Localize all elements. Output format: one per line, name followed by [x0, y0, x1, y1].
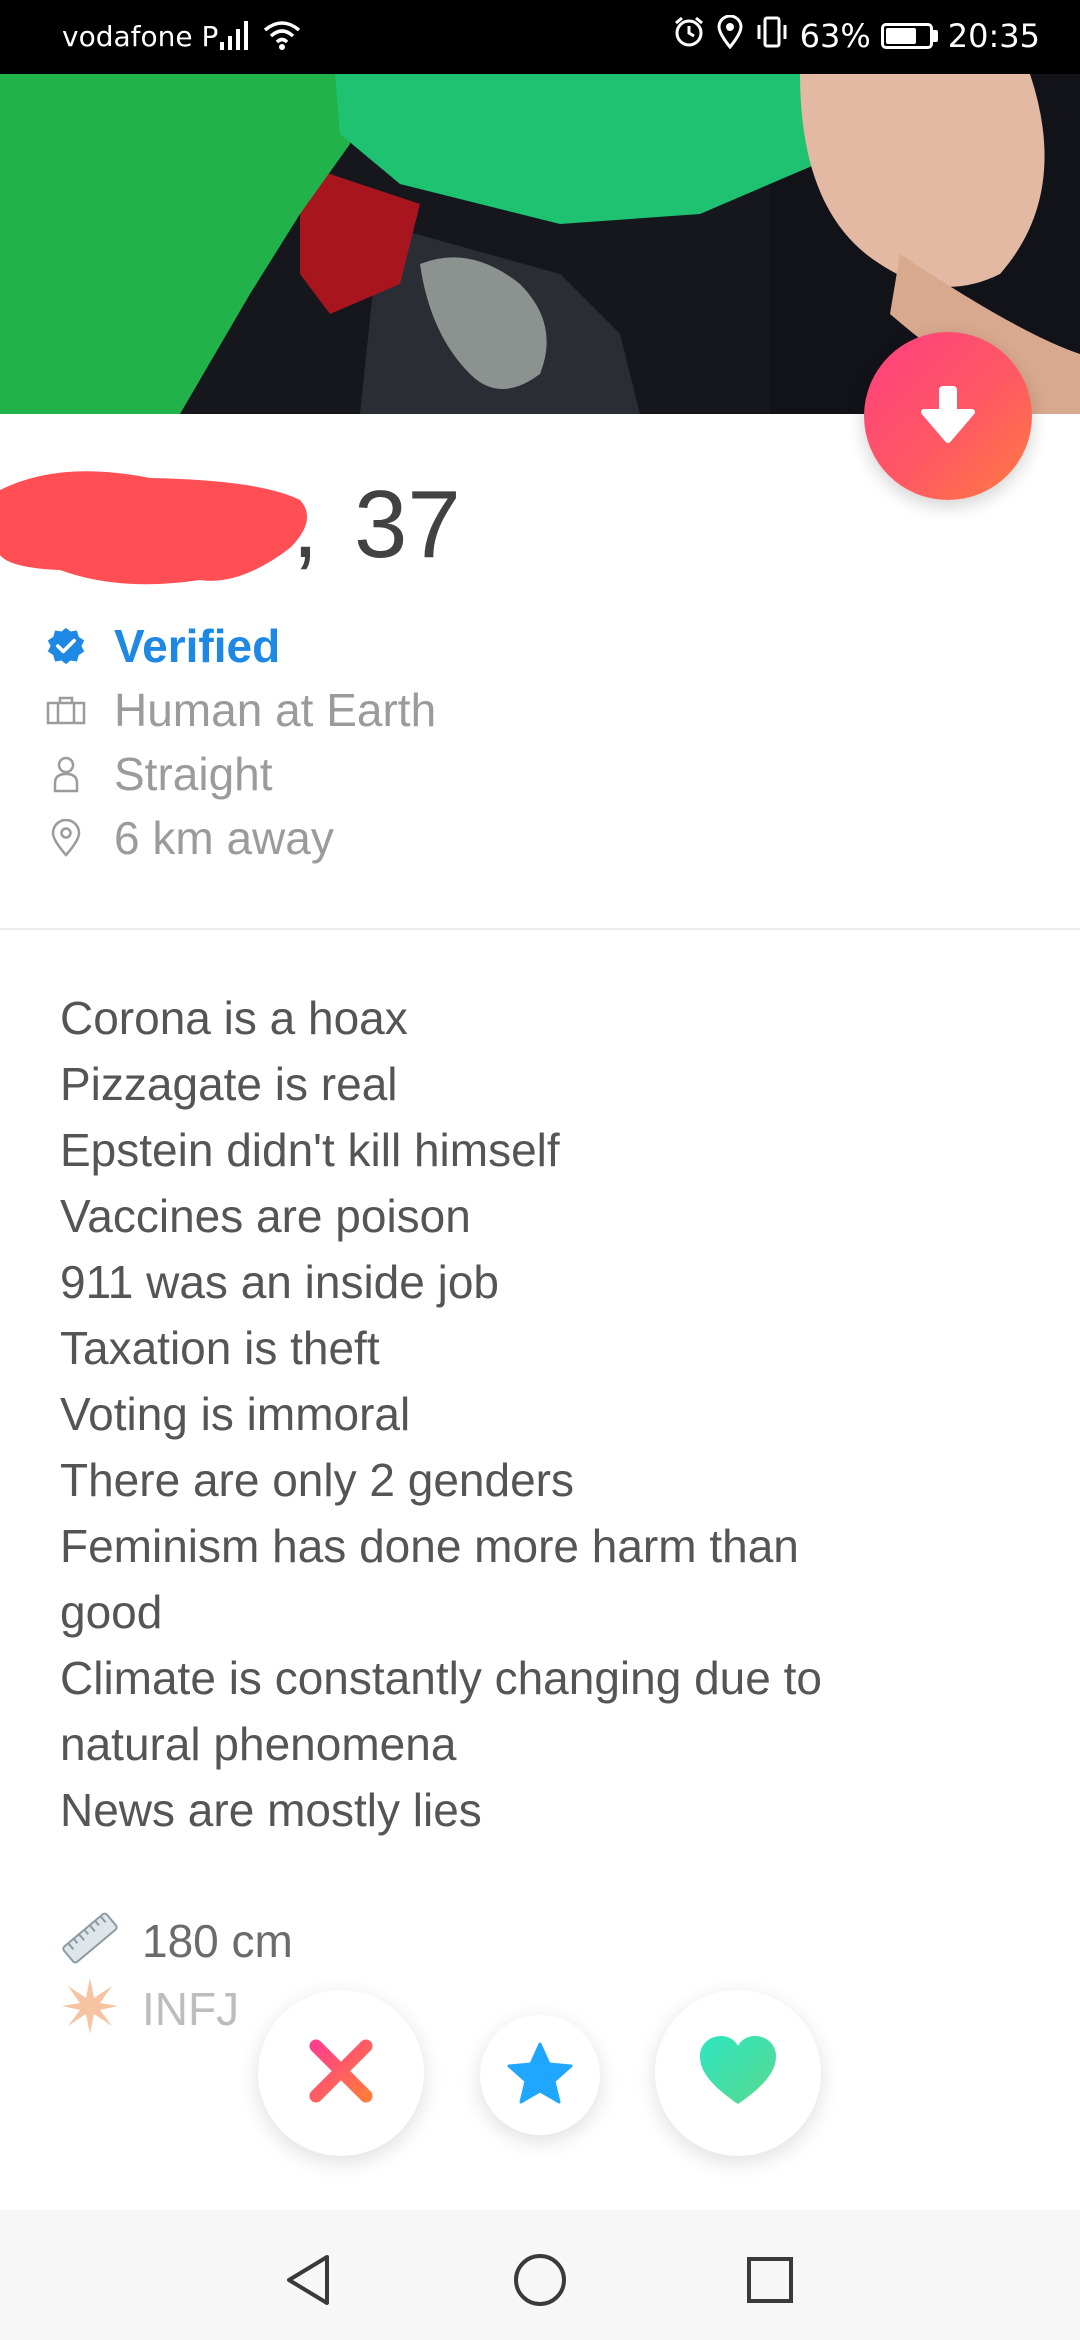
info-button[interactable]: [864, 332, 1032, 500]
bio-line: natural phenomena: [60, 1718, 457, 1770]
briefcase-icon: [46, 690, 86, 730]
like-button[interactable]: [655, 1990, 821, 2156]
close-icon: [304, 2034, 378, 2113]
bio-line: good: [60, 1586, 163, 1638]
back-button[interactable]: [278, 2250, 338, 2310]
alarm-icon: [672, 15, 706, 57]
bio-line: Vaccines are poison: [60, 1190, 471, 1242]
name-comma: ,: [292, 471, 319, 578]
orientation-row: Straight: [46, 746, 273, 802]
location-pin-icon: [46, 818, 86, 858]
orientation-label: Straight: [114, 748, 273, 800]
carrier-label: vodafone P: [62, 20, 219, 53]
verified-label: Verified: [114, 620, 281, 672]
bio-line: Pizzagate is real: [60, 1058, 398, 1110]
profile-age: 37: [354, 471, 461, 578]
job-row: Human at Earth: [46, 682, 436, 738]
bio-line: 911 was an inside job: [60, 1256, 499, 1308]
vibrate-icon: [754, 15, 790, 57]
status-bar: vodafone P 63% 20:35: [0, 0, 1080, 74]
section-divider: [0, 928, 1080, 930]
personality-row: INFJ: [60, 1976, 239, 2041]
verified-row: Verified: [46, 618, 280, 674]
star-icon: [505, 2040, 575, 2111]
sparkle-icon: [60, 1976, 120, 2041]
arrow-down-icon: [918, 382, 978, 451]
bio-line: Feminism has done more harm than: [60, 1520, 799, 1572]
verified-badge-icon: [46, 626, 86, 666]
name-redaction: [0, 460, 320, 605]
bio-line: Climate is constantly changing due to: [60, 1652, 822, 1704]
bio-line: There are only 2 genders: [60, 1454, 574, 1506]
heart-icon: [696, 2034, 780, 2113]
bio-text: Corona is a hoax Pizzagate is real Epste…: [60, 985, 1020, 1843]
signal-icon: [218, 18, 254, 56]
height-label: 180 cm: [142, 1914, 293, 1967]
bio-line: Epstein didn't kill himself: [60, 1124, 560, 1176]
battery-icon: [880, 23, 938, 49]
location-icon: [716, 14, 744, 57]
clock: 20:35: [947, 17, 1040, 55]
person-icon: [46, 754, 86, 794]
bio-line: Taxation is theft: [60, 1322, 380, 1374]
height-row: 180 cm: [60, 1908, 293, 1973]
system-nav-bar: [0, 2210, 1080, 2340]
bio-line: News are mostly lies: [60, 1784, 482, 1836]
distance-row: 6 km away: [46, 810, 334, 866]
ruler-icon: [60, 1908, 120, 1973]
superlike-button[interactable]: [480, 2015, 600, 2135]
wifi-icon: [262, 18, 302, 56]
bio-line: Voting is immoral: [60, 1388, 411, 1440]
battery-percent: 63%: [799, 17, 871, 55]
home-button[interactable]: [510, 2250, 570, 2310]
distance-label: 6 km away: [114, 812, 334, 864]
job-label: Human at Earth: [114, 684, 437, 736]
personality-label: INFJ: [142, 1982, 240, 2035]
nope-button[interactable]: [258, 1990, 424, 2156]
bio-line: Corona is a hoax: [60, 992, 408, 1044]
recents-button[interactable]: [740, 2250, 800, 2310]
